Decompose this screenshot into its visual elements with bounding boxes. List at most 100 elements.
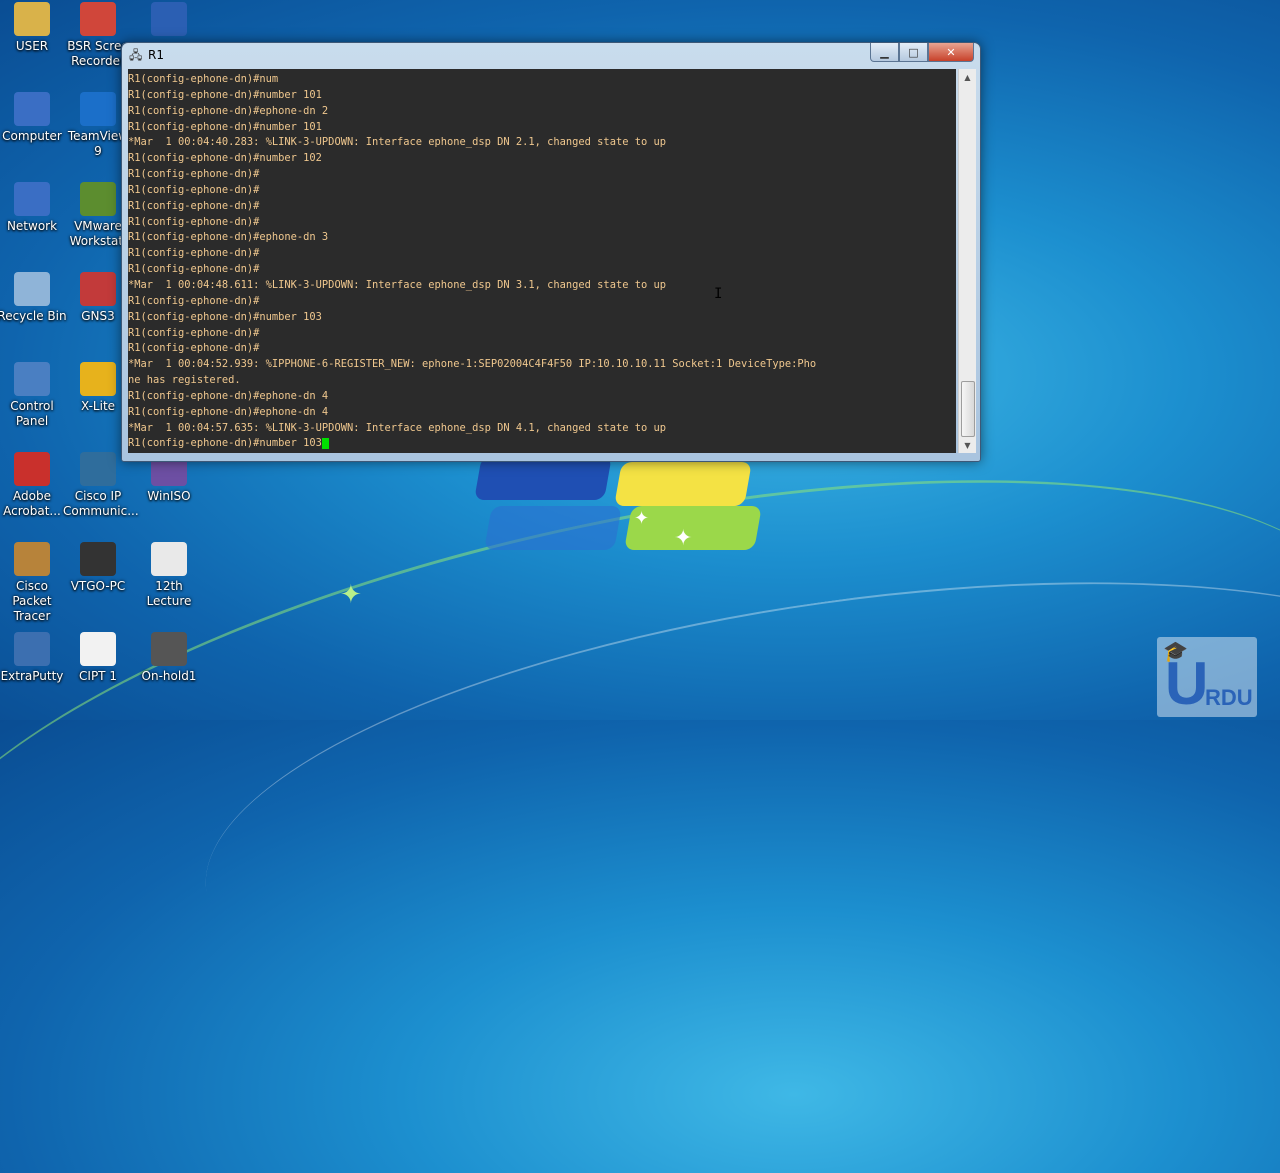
terminal-output[interactable]: R1(config-ephone-dn)#num R1(config-ephone… [128,69,956,453]
logo-text: RDU [1205,685,1253,710]
terminal-line-text: R1(config-ephone-dn)#number 103 [128,310,322,323]
logo-letter: U [1165,650,1209,717]
scroll-down-arrow-icon[interactable]: ▼ [959,437,976,453]
terminal-line-text: R1(config-ephone-dn)#ephone-dn 4 [128,405,329,418]
desktop-icon[interactable]: Cisco IP Communic... [63,452,139,519]
terminal-line: R1(config-ephone-dn)# [128,326,956,342]
terminal-line-text: R1(config-ephone-dn)# [128,342,260,355]
scrollbar-thumb[interactable] [961,381,975,437]
desktop-icon-label: Computer [2,129,62,143]
desktop-icon-label: Recycle Bin [0,309,67,323]
terminal-line: R1(config-ephone-dn)# [128,167,956,183]
desktop-icon-label: Adobe Acrobat... [3,489,61,518]
terminal-line-text: R1(config-ephone-dn)# [128,326,260,339]
desktop-icon[interactable]: USER [0,2,67,54]
terminal-line: *Mar 1 00:04:52.939: %IPPHONE-6-REGISTER… [128,357,956,373]
recycle-bin-icon [14,272,50,306]
desktop-icon[interactable]: Computer [0,92,67,144]
desktop-icon[interactable]: On-hold1 [134,632,204,684]
word-document-icon [151,2,187,36]
terminal-line: R1(config-ephone-dn)# [128,246,956,262]
terminal-line-text: R1(config-ephone-dn)#ephone-dn 3 [128,231,329,244]
adobe-acrobat-icon [14,452,50,486]
terminal-line-text: R1(config-ephone-dn)# [128,247,260,260]
putty-app-icon: 🖧 [129,48,143,62]
desktop-icon-label: CIPT 1 [79,669,117,683]
desktop-icon[interactable]: VTGO-PC [63,542,133,594]
terminal-line-text: R1(config-ephone-dn)# [128,294,260,307]
lecture-document-icon [151,542,187,576]
terminal-line-text: R1(config-ephone-dn)#ephone-dn 2 [128,104,329,117]
terminal-line: R1(config-ephone-dn)#number 101 [128,120,956,136]
desktop-icon[interactable] [134,2,204,39]
terminal-line-text: R1(config-ephone-dn)#ephone-dn 4 [128,389,329,402]
terminal-line: *Mar 1 00:04:48.611: %LINK-3-UPDOWN: Int… [128,278,956,294]
desktop-icon-label: Cisco Packet Tracer [12,579,52,623]
bsr-recorder-icon [80,2,116,36]
window-titlebar[interactable]: 🖧 R1 ▁ □ ✕ [122,43,980,67]
terminal-line-text: R1(config-ephone-dn)#number 101 [128,120,322,133]
sparkle-icon: ✦ [674,526,693,551]
vertical-scrollbar[interactable]: ▲ ▼ [958,69,976,453]
cisco-ip-communicator-icon [80,452,116,486]
teamviewer-icon [80,92,116,126]
terminal-line-text: *Mar 1 00:04:48.611: %LINK-3-UPDOWN: Int… [128,278,666,291]
terminal-line: R1(config-ephone-dn)#number 103 [128,436,956,452]
sparkle-icon: ✦ [340,580,362,610]
desktop-icon-label: Control Panel [10,399,54,428]
desktop-icon-label: On-hold1 [141,669,197,683]
terminal-line: R1(config-ephone-dn)#ephone-dn 4 [128,405,956,421]
desktop-icon-label: WinISO [147,489,191,503]
desktop-icon[interactable]: Adobe Acrobat... [0,452,67,519]
terminal-line-text: R1(config-ephone-dn)# [128,263,260,276]
terminal-line: R1(config-ephone-dn)# [128,215,956,231]
close-button[interactable]: ✕ [928,43,974,62]
sparkle-icon: ✦ [634,508,650,529]
window-title: R1 [148,48,164,62]
terminal-line: ne has registered. [128,373,956,389]
terminal-line: R1(config-ephone-dn)# [128,199,956,215]
cisco-packet-tracer-icon [14,542,50,576]
terminal-line-text: R1(config-ephone-dn)# [128,183,260,196]
desktop-icon[interactable]: Cisco Packet Tracer [0,542,67,624]
terminal-line-text: R1(config-ephone-dn)#number 102 [128,152,322,165]
desktop-icon[interactable]: Network [0,182,67,234]
maximize-button[interactable]: □ [899,43,928,62]
desktop-icon[interactable]: Control Panel [0,362,67,429]
computer-icon [14,92,50,126]
terminal-line: *Mar 1 00:04:57.635: %LINK-3-UPDOWN: Int… [128,421,956,437]
terminal-line: R1(config-ephone-dn)#number 101 [128,88,956,104]
windows-logo-wallpaper [474,456,768,550]
desktop-icon[interactable]: 12th Lecture [134,542,204,609]
user-folder-icon [14,2,50,36]
terminal-line: R1(config-ephone-dn)#number 103 [128,310,956,326]
desktop-icon[interactable]: CIPT 1 [63,632,133,684]
minimize-button[interactable]: ▁ [870,43,899,62]
desktop-icon-label: VTGO-PC [70,579,126,593]
terminal-line-text: R1(config-ephone-dn)# [128,199,260,212]
terminal-line-text: R1(config-ephone-dn)# [128,215,260,228]
desktop-icon-label: 12th Lecture [146,579,192,608]
desktop-icon-label: Network [6,219,58,233]
cipt-document-icon [80,632,116,666]
desktop-icon[interactable]: Recycle Bin [0,272,67,324]
control-panel-icon [14,362,50,396]
putty-window[interactable]: 🖧 R1 ▁ □ ✕ R1(config-ephone-dn)#num R1(co… [121,42,981,462]
terminal-line: R1(config-ephone-dn)#number 102 [128,151,956,167]
network-icon [14,182,50,216]
desktop-icon[interactable]: ExtraPutty [0,632,67,684]
scroll-up-arrow-icon[interactable]: ▲ [959,69,976,85]
terminal-line: R1(config-ephone-dn)# [128,341,956,357]
vmware-icon [80,182,116,216]
terminal-line: *Mar 1 00:04:40.283: %LINK-3-UPDOWN: Int… [128,135,956,151]
terminal-line: R1(config-ephone-dn)# [128,183,956,199]
terminal-line-text: *Mar 1 00:04:40.283: %LINK-3-UPDOWN: Int… [128,136,666,149]
desktop-icon-label: Cisco IP Communic... [63,489,139,518]
terminal-line: R1(config-ephone-dn)#ephone-dn 2 [128,104,956,120]
terminal-cursor [321,437,329,449]
terminal-line: R1(config-ephone-dn)#num [128,72,956,88]
terminal-line-text: R1(config-ephone-dn)#number 103 [128,437,322,450]
on-hold-audio-icon [151,632,187,666]
terminal-line-text: R1(config-ephone-dn)#number 101 [128,88,322,101]
vtgo-pc-icon [80,542,116,576]
